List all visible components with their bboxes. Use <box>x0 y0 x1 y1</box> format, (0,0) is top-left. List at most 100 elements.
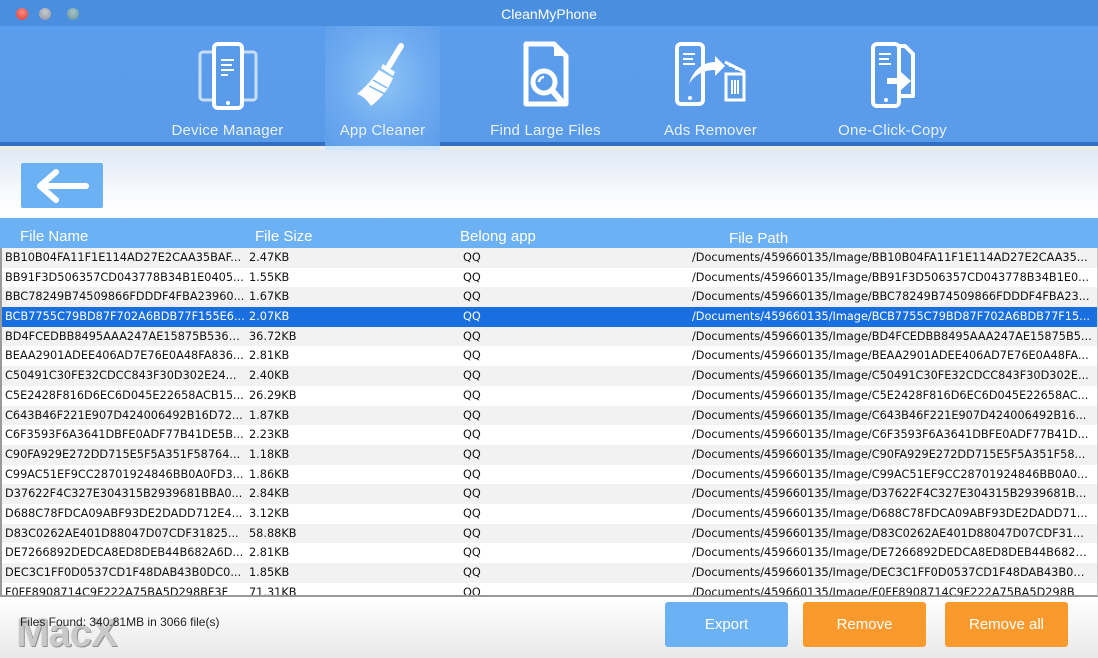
table-header: File Name File Size Belong app File Path <box>0 218 1098 248</box>
belong-app-cell: QQ <box>463 290 583 303</box>
title-bar: CleanMyPhone <box>0 0 1098 26</box>
table-row[interactable]: DE7266892DEDCA8ED8DEB44B682A6D...2.81KBQ… <box>2 543 1097 563</box>
nav-ads-remover[interactable]: Ads Remover <box>643 26 778 146</box>
table-row[interactable]: C6F3593F6A3641DBFE0ADF77B41DE5B...2.23KB… <box>2 425 1097 445</box>
file-path-cell: /Documents/459660135/Image/C5E2428F816D6… <box>692 389 1092 402</box>
table-row[interactable]: C643B46F221E907D424006492B16D72... 1.87KB… <box>2 406 1097 426</box>
remove-all-button[interactable]: Remove all <box>945 602 1068 647</box>
file-size-cell: 2.47KB <box>249 251 369 264</box>
file-path-cell: /Documents/459660135/Image/BB91F3D506357… <box>692 271 1092 284</box>
file-path-cell: /Documents/459660135/Image/C99AC51EF9CC2… <box>692 468 1092 481</box>
file-size-cell: 2.81KB <box>249 546 369 559</box>
nav-label: Find Large Files <box>478 122 613 139</box>
device-manager-icon <box>188 40 268 112</box>
back-button[interactable] <box>21 163 103 208</box>
belong-app-cell: QQ <box>463 349 583 362</box>
belong-app-cell: QQ <box>463 310 583 323</box>
table-row[interactable]: C5E2428F816D6EC6D045E22658ACB15... 26.29K… <box>2 386 1097 406</box>
file-path-cell: /Documents/459660135/Image/DEC3C1FF0D053… <box>692 566 1092 579</box>
close-window-button[interactable] <box>16 8 28 20</box>
file-path-cell: /Documents/459660135/Image/D688C78FDCA09… <box>692 507 1092 520</box>
nav-device-manager[interactable]: Device Manager <box>160 26 295 146</box>
file-name-cell: BD4FCEDBB8495AAA247AE15875B5367... <box>5 330 245 343</box>
column-header-file-size[interactable]: File Size <box>255 228 313 245</box>
file-size-cell: 1.87KB <box>249 409 369 422</box>
file-name-cell: BB10B04FA11F1E114AD27E2CAA35BAF... <box>5 251 245 264</box>
back-area <box>0 150 1098 218</box>
broom-icon <box>343 40 423 112</box>
file-name-cell: C90FA929E272DD715E5F5A351F58764... <box>5 448 245 461</box>
column-header-file-name[interactable]: File Name <box>20 228 88 245</box>
belong-app-cell: QQ <box>463 487 583 500</box>
file-size-cell: 26.29KB <box>249 389 369 402</box>
table-row[interactable]: D688C78FDCA09ABF93DE2DADD712E4...3.12KBQ… <box>2 504 1097 524</box>
nav-label: Device Manager <box>160 122 295 139</box>
belong-app-cell: QQ <box>463 389 583 402</box>
column-header-file-path[interactable]: File Path <box>729 230 788 247</box>
file-name-cell: D83C0262AE401D88047D07CDF31825... <box>5 527 245 540</box>
file-size-cell: 3.12KB <box>249 507 369 520</box>
export-button[interactable]: Export <box>665 602 788 647</box>
phone-copy-icon <box>853 40 933 112</box>
file-path-cell: /Documents/459660135/Image/BCB7755C79BD8… <box>692 310 1092 323</box>
file-path-cell: /Documents/459660135/Image/C50491C30FE32… <box>692 369 1092 382</box>
column-header-belong-app[interactable]: Belong app <box>460 228 536 245</box>
table-row[interactable]: BCB7755C79BD87F702A6BDB77F155E6...2.07KB… <box>2 307 1097 327</box>
arrow-left-icon <box>34 169 90 203</box>
file-search-icon <box>506 40 586 112</box>
file-table: BB10B04FA11F1E114AD27E2CAA35BAF... 2.47KB… <box>0 248 1098 597</box>
belong-app-cell: QQ <box>463 448 583 461</box>
table-row[interactable]: BBC78249B74509866FDDDF4FBA23960...1.67KB… <box>2 287 1097 307</box>
belong-app-cell: QQ <box>463 330 583 343</box>
belong-app-cell: QQ <box>463 586 583 597</box>
belong-app-cell: QQ <box>463 409 583 422</box>
belong-app-cell: QQ <box>463 251 583 264</box>
window-title: CleanMyPhone <box>501 6 597 22</box>
table-row[interactable]: BD4FCEDBB8495AAA247AE15875B5367... 36.72K… <box>2 327 1097 347</box>
file-size-cell: 2.40KB <box>249 369 369 382</box>
nav-one-click-copy[interactable]: One-Click-Copy <box>820 26 965 146</box>
nav-label: One-Click-Copy <box>820 122 965 139</box>
ads-remover-icon <box>671 40 751 112</box>
file-size-cell: 1.86KB <box>249 468 369 481</box>
file-name-cell: C50491C30FE32CDCC843F30D302E24... <box>5 369 245 382</box>
belong-app-cell: QQ <box>463 566 583 579</box>
file-size-cell: 2.07KB <box>249 310 369 323</box>
belong-app-cell: QQ <box>463 369 583 382</box>
file-path-cell: /Documents/459660135/Image/F0FF8908714C9… <box>692 586 1092 597</box>
file-size-cell: 71.31KB <box>249 586 369 597</box>
file-name-cell: D37622F4C327E304315B2939681BBA0... <box>5 487 245 500</box>
remove-button[interactable]: Remove <box>803 602 926 647</box>
file-path-cell: /Documents/459660135/Image/C643B46F221E9… <box>692 409 1092 422</box>
table-row[interactable]: BEAA2901ADEE406AD7E76E0A48FA836...2.81KB… <box>2 346 1097 366</box>
table-row[interactable]: C50491C30FE32CDCC843F30D302E24... 2.40KB Q… <box>2 366 1097 386</box>
file-path-cell: /Documents/459660135/Image/BEAA2901ADEE4… <box>692 349 1092 362</box>
file-path-cell: /Documents/459660135/Image/DE7266892DEDC… <box>692 546 1092 559</box>
table-row[interactable]: DEC3C1FF0D0537CD1F48DAB43B0DC0...1.85KBQ… <box>2 563 1097 583</box>
file-size-cell: 1.18KB <box>249 448 369 461</box>
minimize-window-button[interactable] <box>39 8 51 20</box>
files-found-status: Files Found: 340.81MB in 3066 file(s) <box>20 615 219 629</box>
nav-find-large-files[interactable]: Find Large Files <box>478 26 613 146</box>
file-name-cell: C643B46F221E907D424006492B16D72... <box>5 409 245 422</box>
nav-app-cleaner[interactable]: App Cleaner <box>325 26 440 146</box>
belong-app-cell: QQ <box>463 271 583 284</box>
belong-app-cell: QQ <box>463 527 583 540</box>
file-name-cell: D688C78FDCA09ABF93DE2DADD712E4... <box>5 507 245 520</box>
file-path-cell: /Documents/459660135/Image/BB10B04FA11F1… <box>692 251 1092 264</box>
file-path-cell: /Documents/459660135/Image/BBC78249B7450… <box>692 290 1092 303</box>
table-row[interactable]: BB91F3D506357CD043778B34B1E0405...1.55KB… <box>2 268 1097 288</box>
table-row[interactable]: F0FF8908714C9F222A75BA5D298BF3F71.31KBQQ… <box>2 583 1097 597</box>
table-row[interactable]: D83C0262AE401D88047D07CDF31825...58.88KB… <box>2 524 1097 544</box>
table-row[interactable]: D37622F4C327E304315B2939681BBA0...2.84KB… <box>2 484 1097 504</box>
file-name-cell: C5E2428F816D6EC6D045E22658ACB15... <box>5 389 245 402</box>
file-path-cell: /Documents/459660135/Image/C90FA929E272D… <box>692 448 1092 461</box>
table-row[interactable]: C99AC51EF9CC28701924846BB0A0FD3...1.86KB… <box>2 465 1097 485</box>
table-row[interactable]: C90FA929E272DD715E5F5A351F58764... 1.18KB… <box>2 445 1097 465</box>
file-size-cell: 36.72KB <box>249 330 369 343</box>
main-nav: Device Manager App Cleaner Find Large Fi… <box>0 26 1098 146</box>
table-row[interactable]: BB10B04FA11F1E114AD27E2CAA35BAF... 2.47KB… <box>2 248 1097 268</box>
zoom-window-button[interactable] <box>67 8 79 20</box>
file-path-cell: /Documents/459660135/Image/BD4FCEDBB8495… <box>692 330 1092 343</box>
file-size-cell: 1.67KB <box>249 290 369 303</box>
